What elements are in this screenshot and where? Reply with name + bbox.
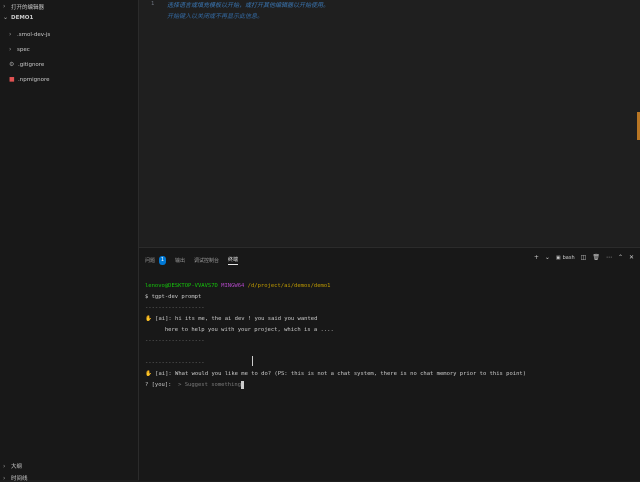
- mouse-ibeam-icon: [252, 356, 253, 366]
- prompt-path: /d/project/ai/demos/demo1: [247, 283, 331, 289]
- divider: ------------------: [145, 305, 205, 311]
- chevron-right-icon: ›: [9, 31, 12, 38]
- shell-selector[interactable]: ▣ bash: [556, 255, 575, 261]
- ai-greeting-line2: here to help you with your project, whic…: [164, 327, 334, 333]
- tree-item-spec[interactable]: › spec: [0, 42, 138, 57]
- tab-terminal[interactable]: 终端: [228, 256, 239, 265]
- new-terminal-icon[interactable]: +: [534, 254, 539, 261]
- ai-question: [ai]: What would you like me to do? (PS:…: [155, 371, 527, 377]
- chevron-right-icon: ›: [3, 462, 6, 470]
- ai-greeting-line1: [ai]: hi its me, the ai dev ! you said y…: [155, 316, 318, 322]
- file-tree: › .smol-dev-js › spec ⚙ .gitignore ■ .np…: [0, 27, 138, 87]
- shell-label: bash: [562, 254, 575, 261]
- chevron-right-icon: ›: [3, 474, 6, 482]
- problems-count-badge: 1: [159, 256, 167, 265]
- ai-emoji-icon: ✋: [145, 371, 152, 377]
- folder-header[interactable]: ⌄ DEMO1: [3, 14, 33, 21]
- panel-actions: + ⌄ ▣ bash ◫ 🗑 ⋯ ⌃ ✕: [534, 254, 634, 261]
- command-line: $ tgpt-dev prompt: [145, 294, 202, 300]
- tree-item-gitignore[interactable]: ⚙ .gitignore: [0, 57, 138, 72]
- tree-item-smol-dev-js[interactable]: › .smol-dev-js: [0, 27, 138, 42]
- open-editors-label: 打开的编辑器: [11, 4, 45, 11]
- close-icon[interactable]: ✕: [629, 254, 634, 261]
- editor-area[interactable]: 1 选择语言或填充模板以开始，或打开其他编辑器以开始使用。 开始键入以关闭或不再…: [139, 0, 640, 246]
- explorer-sidebar: › 打开的编辑器 ⌄ DEMO1 › .smol-dev-js › spec ⚙…: [0, 0, 139, 482]
- tab-debug-console[interactable]: 调试控制台: [194, 257, 219, 264]
- you-prefix: ? [you]:: [145, 382, 172, 388]
- bottom-panel: 问题 1 输出 调试控制台 终端 + ⌄ ▣ bash ◫ 🗑 ⋯ ⌃ ✕ le…: [139, 247, 640, 481]
- timeline-section[interactable]: › 时间线: [3, 474, 28, 482]
- tree-item-label: .npmignore: [18, 76, 50, 83]
- gear-icon: ⚙: [9, 61, 15, 68]
- split-terminal-icon[interactable]: ◫: [581, 254, 587, 261]
- editor-hint-line1[interactable]: 选择语言或填充模板以开始，或打开其他编辑器以开始使用。: [167, 0, 329, 9]
- tree-item-label: spec: [17, 46, 30, 53]
- chevron-right-icon: ›: [3, 3, 6, 10]
- terminal-output[interactable]: lenovo@DESKTOP-VVAVS7D MINGW64 /d/projec…: [145, 281, 635, 391]
- divider: ------------------: [145, 338, 205, 344]
- panel-tabs: 问题 1 输出 调试控制台 终端: [145, 256, 239, 265]
- tree-item-label: .smol-dev-js: [17, 31, 51, 38]
- chevron-down-icon: ⌄: [3, 14, 9, 21]
- chevron-down-icon[interactable]: ⌄: [545, 254, 550, 261]
- open-editors-section[interactable]: › 打开的编辑器: [3, 2, 44, 11]
- prompt-user: lenovo@DESKTOP-VVAVS7D: [145, 283, 218, 289]
- tree-item-label: .gitignore: [18, 61, 45, 68]
- outline-section[interactable]: › 大纲: [3, 462, 23, 471]
- more-icon[interactable]: ⋯: [606, 254, 612, 261]
- editor-hint-line2[interactable]: 开始键入以关闭或不再显示此信息。: [167, 11, 263, 20]
- tree-item-npmignore[interactable]: ■ .npmignore: [0, 72, 138, 87]
- outline-label: 大纲: [11, 464, 23, 470]
- chevron-right-icon: ›: [9, 46, 12, 53]
- ai-emoji-icon: ✋: [145, 316, 152, 322]
- terminal-icon: ▣: [555, 254, 561, 261]
- tab-problems[interactable]: 问题: [145, 257, 155, 264]
- tab-output[interactable]: 输出: [175, 257, 185, 264]
- prompt-env: MINGW64: [221, 283, 245, 289]
- timeline-label: 时间线: [11, 476, 28, 482]
- npm-icon: ■: [9, 76, 15, 83]
- chevron-up-icon[interactable]: ⌃: [618, 254, 623, 261]
- folder-name: DEMO1: [11, 14, 34, 21]
- divider: ------------------: [145, 360, 205, 366]
- you-placeholder[interactable]: > Suggest something: [178, 382, 241, 388]
- trash-icon[interactable]: 🗑: [592, 254, 600, 261]
- text-cursor: [241, 380, 245, 389]
- line-number: 1: [151, 1, 155, 7]
